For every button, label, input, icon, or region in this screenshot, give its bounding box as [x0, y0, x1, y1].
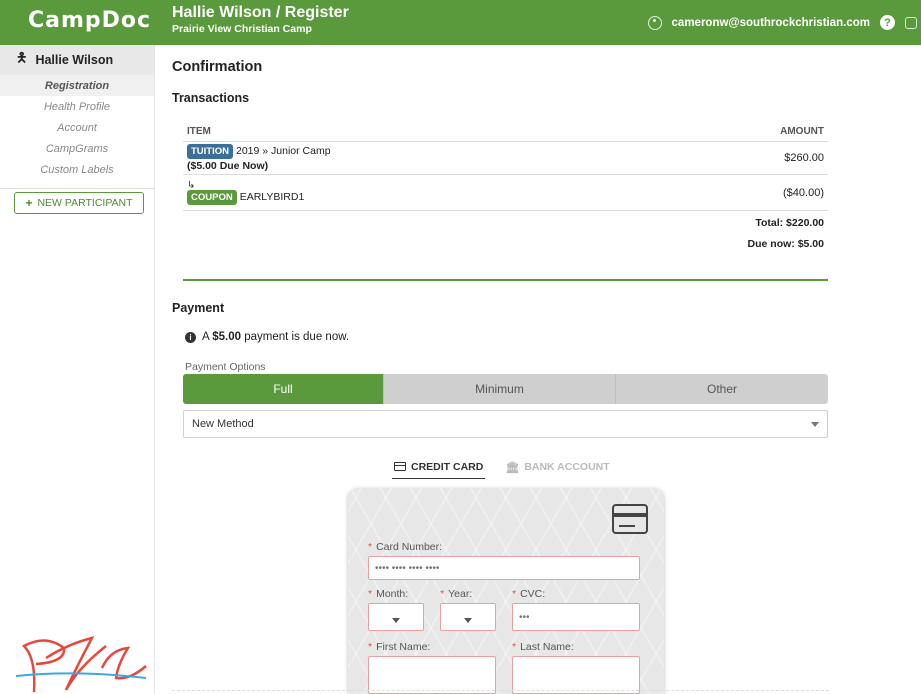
- sidebar: 🯅 Hallie Wilson Registration Health Prof…: [0, 45, 155, 694]
- sub-item-arrow-icon: ↳: [187, 179, 196, 191]
- cvc-input[interactable]: •••: [512, 603, 640, 631]
- sidebar-item-account[interactable]: Account: [0, 117, 154, 138]
- row-item: TUITION 2019 » Junior Camp ($5.00 Due Now…: [187, 144, 331, 172]
- tab-bank-account[interactable]: 🏛 BANK ACCOUNT: [503, 455, 611, 479]
- sidebar-divider: [0, 188, 154, 189]
- sidebar-item-registration[interactable]: Registration: [0, 75, 154, 96]
- option-other-button[interactable]: Other: [616, 374, 828, 404]
- due-now-amount: Due now: $5.00: [747, 238, 824, 250]
- table-header: ITEM AMOUNT: [183, 122, 828, 142]
- plus-icon: +: [25, 196, 33, 210]
- year-select[interactable]: [440, 603, 496, 631]
- info-icon: i: [185, 331, 196, 343]
- person-icon: 🯅: [16, 50, 28, 65]
- new-participant-label: NEW PARTICIPANT: [37, 197, 133, 209]
- table-row: TUITION 2019 » Junior Camp ($5.00 Due Now…: [183, 142, 828, 175]
- main-content: Confirmation Transactions ITEM AMOUNT TU…: [172, 45, 921, 694]
- transactions-table: ITEM AMOUNT TUITION 2019 » Junior Camp ($…: [183, 122, 828, 250]
- totals: Total: $220.00 Due now: $5.00: [183, 217, 828, 250]
- cvc-label: * CVC:: [512, 588, 546, 600]
- payment-heading: Payment: [172, 301, 225, 315]
- tab-bank-account-label: BANK ACCOUNT: [524, 461, 610, 473]
- last-name-label: * Last Name:: [512, 641, 574, 653]
- page-header: Hallie Wilson / Register Prairie View Ch…: [172, 4, 349, 35]
- credit-card-form: * Card Number: •••• •••• •••• •••• * Month…: [348, 488, 664, 694]
- row-item-text: 2019 » Junior Camp: [236, 145, 331, 157]
- tab-credit-card-label: CREDIT CARD: [411, 460, 484, 473]
- account-area: cameronw@southrockchristian.com ?: [647, 0, 921, 45]
- card-number-input[interactable]: •••• •••• •••• ••••: [368, 556, 640, 580]
- campdoc-logo[interactable]: CampDoc: [28, 8, 151, 33]
- row-amount: ($40.00): [783, 186, 824, 199]
- logout-icon[interactable]: [905, 16, 917, 29]
- option-full-button[interactable]: Full: [183, 374, 383, 404]
- payment-options-label: Payment Options: [185, 361, 266, 373]
- card-number-label: * Card Number:: [368, 541, 443, 553]
- row-due-note: ($5.00 Due Now): [187, 160, 269, 172]
- camp-logo: [15, 636, 147, 693]
- participant-name: Hallie Wilson: [35, 53, 114, 67]
- page-subtitle: Prairie View Christian Camp: [172, 23, 312, 35]
- row-item-text: EARLYBIRD1: [239, 190, 305, 203]
- chevron-down-icon: [464, 617, 472, 623]
- total-amount: Total: $220.00: [755, 217, 824, 229]
- option-minimum-button[interactable]: Minimum: [383, 374, 616, 404]
- user-icon[interactable]: [647, 15, 662, 30]
- row-amount: $260.00: [784, 152, 824, 164]
- new-participant-button[interactable]: + NEW PARTICIPANT: [14, 192, 144, 214]
- coupon-badge: COUPON: [187, 189, 237, 205]
- sidebar-item-health-profile[interactable]: Health Profile: [0, 96, 154, 117]
- last-name-input[interactable]: [512, 656, 640, 694]
- chevron-down-icon: [811, 421, 819, 427]
- payment-method-select[interactable]: New Method: [183, 410, 828, 438]
- sidebar-item-campgrams[interactable]: CampGrams: [0, 138, 154, 159]
- table-row: ↳ COUPON EARLYBIRD1 ($40.00): [183, 175, 828, 211]
- payment-method-value: New Method: [192, 418, 254, 430]
- payment-options-toggle: Full Minimum Other: [183, 374, 828, 404]
- transactions-heading: Transactions: [172, 91, 250, 105]
- sidebar-item-custom-labels[interactable]: Custom Labels: [0, 159, 154, 180]
- col-item-header: ITEM: [187, 126, 211, 137]
- top-bar: CampDoc Hallie Wilson / Register Prairie…: [0, 0, 921, 45]
- row-item: ↳ COUPON EARLYBIRD1: [187, 179, 305, 205]
- sidebar-participant-header[interactable]: 🯅 Hallie Wilson: [0, 45, 154, 75]
- page-title: Hallie Wilson / Register: [172, 4, 349, 21]
- month-select[interactable]: [368, 603, 424, 631]
- confirmation-heading: Confirmation: [172, 59, 263, 75]
- month-label: * Month:: [368, 588, 409, 600]
- help-icon[interactable]: ?: [880, 15, 895, 30]
- note-amount: $5.00: [212, 331, 242, 343]
- bank-icon: 🏛: [505, 461, 520, 474]
- cvc-placeholder: •••: [519, 611, 530, 623]
- first-name-input[interactable]: [368, 656, 496, 694]
- tab-credit-card[interactable]: CREDIT CARD: [392, 455, 486, 479]
- credit-card-icon: [394, 462, 406, 471]
- tuition-badge: TUITION: [187, 144, 233, 159]
- bottom-divider: [172, 690, 829, 691]
- payment-type-tabs: CREDIT CARD 🏛 BANK ACCOUNT: [392, 455, 612, 479]
- chevron-down-icon: [392, 617, 400, 623]
- account-email[interactable]: cameronw@southrockchristian.com: [672, 17, 870, 29]
- note-text: A $5.00 payment is due now.: [202, 331, 350, 343]
- card-number-placeholder: •••• •••• •••• ••••: [375, 562, 440, 574]
- first-name-label: * First Name:: [368, 641, 431, 653]
- section-divider: [183, 279, 828, 281]
- col-amount-header: AMOUNT: [780, 126, 824, 137]
- payment-due-note: i A $5.00 payment is due now.: [185, 331, 349, 343]
- card-icon: [612, 504, 648, 534]
- year-label: * Year:: [440, 588, 473, 600]
